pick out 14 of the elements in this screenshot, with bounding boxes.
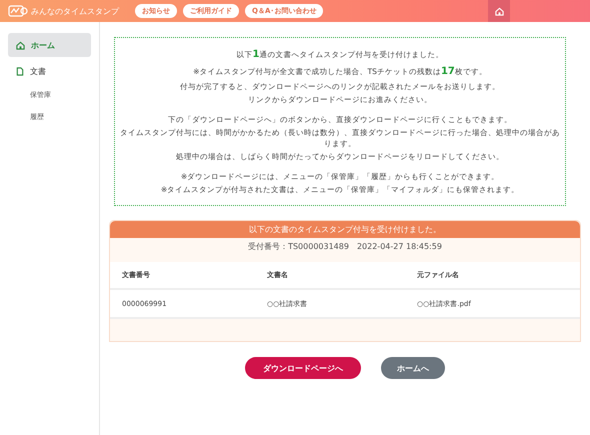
home-button[interactable]: ホームへ	[381, 357, 445, 379]
receipt-text: 受付番号：TS0000031489 2022-04-27 18:45:59	[247, 241, 443, 253]
card-title: 以下の文書のタイムスタンプ付与を受け付けました。	[110, 221, 580, 238]
sidebar-item[interactable]: ホーム	[8, 33, 91, 57]
document-icon	[16, 66, 24, 76]
sidebar-label: 文書	[30, 66, 46, 76]
home-icon	[16, 40, 25, 50]
sidebar-label: ホーム	[31, 40, 55, 50]
download-button[interactable]: ダウンロードページへ	[245, 357, 361, 379]
sidebar-item[interactable]: 文書	[8, 59, 91, 83]
logo-icon	[8, 5, 28, 17]
home-icon	[494, 6, 504, 16]
home-tab[interactable]	[488, 0, 510, 22]
logo-text: みんなのタイムスタンプ	[31, 6, 119, 16]
